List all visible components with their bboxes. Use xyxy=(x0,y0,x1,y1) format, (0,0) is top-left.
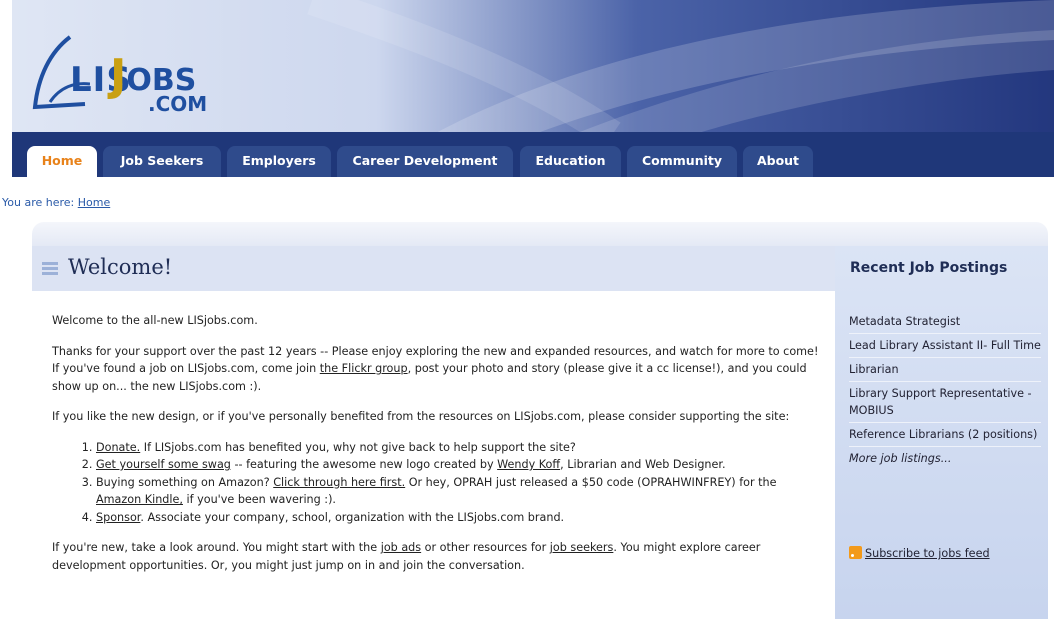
main-nav: Home Job Seekers Employers Career Develo… xyxy=(12,132,1054,177)
breadcrumb: You are here: Home xyxy=(2,196,110,209)
swag-text: -- featuring the awesome new logo create… xyxy=(230,458,498,471)
page-left-edge xyxy=(0,0,12,619)
tab-community[interactable]: Community xyxy=(627,146,737,177)
job-ads-link[interactable]: job ads xyxy=(381,541,421,554)
logo-jobs-j: J xyxy=(110,50,127,101)
job-posting-link[interactable]: Lead Library Assistant II- Full Time xyxy=(849,334,1041,358)
newcomer-text-a: If you're new, take a look around. You m… xyxy=(52,541,381,554)
job-posting-link[interactable]: Library Support Representative - MOBIUS xyxy=(849,382,1041,423)
sidebar-title: Recent Job Postings xyxy=(850,260,1008,276)
more-job-listings-link[interactable]: More job listings... xyxy=(849,447,1041,470)
rss-icon[interactable] xyxy=(849,546,862,559)
job-seekers-link[interactable]: job seekers xyxy=(550,541,614,554)
amazon-text-2: Or hey, OPRAH just released a $50 code (… xyxy=(405,475,777,489)
job-postings-list: Metadata Strategist Lead Library Assista… xyxy=(849,310,1041,470)
sponsor-link[interactable]: Sponsor xyxy=(96,511,140,524)
amazon-click-through-link[interactable]: Click through here first. xyxy=(273,476,405,489)
tab-employers[interactable]: Employers xyxy=(227,146,331,177)
rss-subscribe: Subscribe to jobs feed xyxy=(849,546,990,560)
tab-home[interactable]: Home xyxy=(27,146,97,177)
newcomer-text-b: or other resources for xyxy=(421,541,550,554)
swag-link[interactable]: Get yourself some swag xyxy=(96,458,231,471)
subscribe-jobs-feed-link[interactable]: Subscribe to jobs feed xyxy=(865,547,990,560)
breadcrumb-prefix: You are here: xyxy=(2,196,78,209)
site-header: LIS JOBS .COM xyxy=(12,0,1054,135)
support-list: Donate. If LISjobs.com has benefited you… xyxy=(52,439,822,527)
job-posting-link[interactable]: Metadata Strategist xyxy=(849,310,1041,334)
intro-paragraph: Welcome to the all-new LISjobs.com. xyxy=(52,314,258,327)
tab-education[interactable]: Education xyxy=(520,146,621,177)
job-posting-link[interactable]: Librarian xyxy=(849,358,1041,382)
list-item: Sponsor. Associate your company, school,… xyxy=(96,509,822,527)
welcome-text: Welcome to the all-new LISjobs.com. Than… xyxy=(52,312,822,587)
flickr-group-link[interactable]: the Flickr group xyxy=(320,362,408,375)
tab-about[interactable]: About xyxy=(743,146,813,177)
amazon-kindle-link[interactable]: Amazon Kindle, xyxy=(96,493,183,506)
design-paragraph: If you like the new design, or if you've… xyxy=(52,410,790,423)
logo-com-text: .COM xyxy=(148,92,208,116)
donate-link[interactable]: Donate. xyxy=(96,441,140,454)
swag-text-2: , Librarian and Web Designer. xyxy=(560,458,726,471)
tab-career-development[interactable]: Career Development xyxy=(337,146,513,177)
amazon-text: Buying something on Amazon? xyxy=(96,475,274,489)
content-box-top xyxy=(32,222,1048,246)
support-paragraph: Thanks for your support over the past 12… xyxy=(52,343,822,396)
job-posting-link[interactable]: Reference Librarians (2 positions) xyxy=(849,423,1041,447)
donate-text: If LISjobs.com has benefited you, why no… xyxy=(140,440,576,454)
sponsor-text: . Associate your company, school, organi… xyxy=(140,510,565,524)
breadcrumb-home-link[interactable]: Home xyxy=(78,196,110,209)
list-item: Buying something on Amazon? Click throug… xyxy=(96,474,822,509)
newcomer-paragraph: If you're new, take a look around. You m… xyxy=(52,539,822,574)
page-title: Welcome! xyxy=(68,255,173,279)
tab-job-seekers[interactable]: Job Seekers xyxy=(103,146,221,177)
page: LIS JOBS .COM Home Job Seekers Employers… xyxy=(0,0,1054,619)
amazon-text-3: if you've been wavering :). xyxy=(182,493,336,506)
list-item: Get yourself some swag -- featuring the … xyxy=(96,456,822,474)
site-logo[interactable]: LIS JOBS .COM xyxy=(30,20,240,125)
list-item: Donate. If LISjobs.com has benefited you… xyxy=(96,439,822,457)
wendy-koff-link[interactable]: Wendy Koff xyxy=(497,458,560,471)
menu-lines-icon xyxy=(42,262,58,276)
